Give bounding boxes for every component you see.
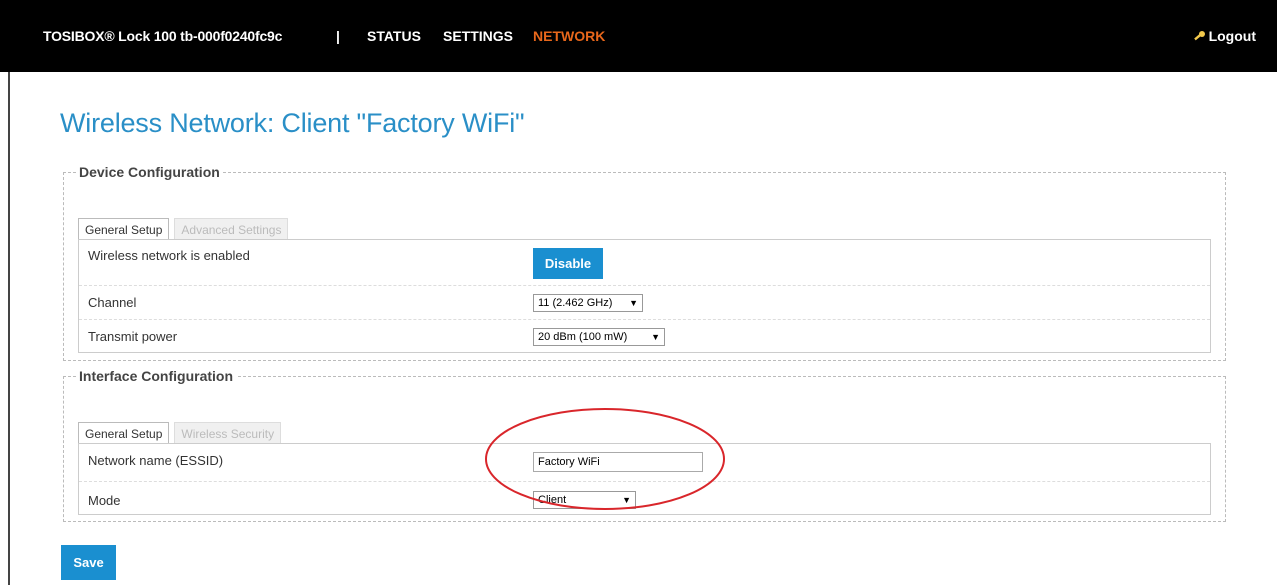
channel-value: 11 (2.462 GHz) [538, 297, 613, 309]
interface-configuration-legend: Interface Configuration [79, 368, 234, 384]
transmit-power-label: Transmit power [88, 329, 178, 344]
chevron-down-icon: ▼ [622, 495, 631, 505]
tab-general-setup[interactable]: General Setup [78, 422, 170, 445]
nav-separator: | [336, 28, 340, 44]
page-left-border [8, 72, 10, 585]
row-network-name: Network name (ESSID) [79, 444, 1210, 482]
essid-input[interactable] [533, 452, 703, 472]
device-config-tabs: General Setup Advanced Settings [78, 218, 289, 241]
device-config-panel: Wireless network is enabled Disable Chan… [78, 239, 1211, 353]
network-name-label: Network name (ESSID) [88, 453, 224, 468]
transmit-power-value: 20 dBm (100 mW) [538, 331, 628, 343]
tab-general-setup[interactable]: General Setup [78, 218, 170, 241]
device-brand-label: TOSIBOX® Lock 100 tb-000f0240fc9c [43, 28, 283, 44]
mode-select[interactable]: Client ▼ [533, 491, 636, 509]
row-mode: Mode Client ▼ [79, 482, 1210, 516]
page-title: Wireless Network: Client "Factory WiFi" [60, 108, 525, 138]
save-button[interactable]: Save [61, 545, 116, 580]
nav-settings[interactable]: SETTINGS [443, 28, 513, 44]
interface-config-tabs: General Setup Wireless Security [78, 422, 282, 445]
tab-wireless-security[interactable]: Wireless Security [174, 422, 282, 445]
key-icon [1193, 30, 1205, 40]
row-wireless-enabled: Wireless network is enabled Disable [79, 240, 1210, 286]
channel-label: Channel [88, 295, 137, 310]
chevron-down-icon: ▼ [629, 298, 638, 308]
nav-network[interactable]: NETWORK [533, 28, 605, 44]
top-navigation-bar: TOSIBOX® Lock 100 tb-000f0240fc9c | STAT… [0, 0, 1277, 72]
logout-label: Logout [1208, 28, 1256, 44]
logout-link[interactable]: Logout [1193, 28, 1256, 44]
row-channel: Channel 11 (2.462 GHz) ▼ [79, 286, 1210, 320]
disable-button[interactable]: Disable [533, 248, 603, 279]
row-transmit-power: Transmit power 20 dBm (100 mW) ▼ [79, 320, 1210, 352]
interface-configuration-section: Interface Configuration General Setup Wi… [63, 368, 1226, 522]
mode-value: Client [538, 494, 567, 506]
channel-select[interactable]: 11 (2.462 GHz) ▼ [533, 294, 643, 312]
chevron-down-icon: ▼ [651, 332, 660, 342]
device-configuration-section: Device Configuration General Setup Advan… [63, 164, 1226, 361]
device-configuration-legend: Device Configuration [79, 164, 220, 180]
mode-label: Mode [88, 493, 121, 508]
transmit-power-select[interactable]: 20 dBm (100 mW) ▼ [533, 328, 665, 346]
wireless-enabled-label: Wireless network is enabled [88, 248, 250, 263]
tab-advanced-settings[interactable]: Advanced Settings [174, 218, 289, 241]
nav-status[interactable]: STATUS [367, 28, 421, 44]
interface-config-panel: Network name (ESSID) Mode Client ▼ [78, 443, 1211, 515]
